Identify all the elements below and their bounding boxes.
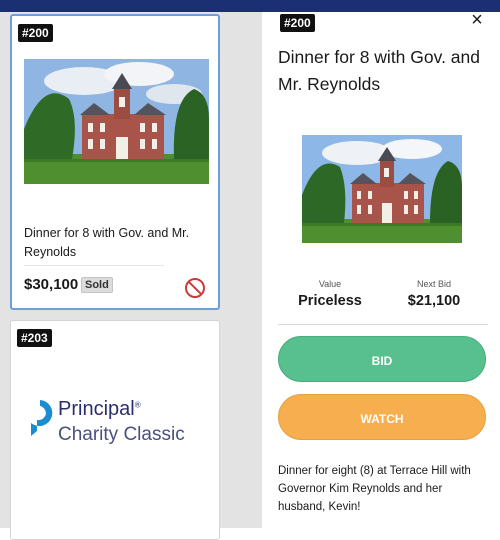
lot-number-badge: #203 — [17, 329, 52, 347]
sold-badge: Sold — [81, 277, 113, 293]
value-amount: Priceless — [298, 293, 362, 309]
charity-classic-text: Charity Classic — [58, 424, 185, 445]
lot-number-badge: #200 — [18, 24, 53, 42]
principal-charity-classic-logo: Principal® Charity Classic — [25, 396, 215, 456]
close-button[interactable]: × — [466, 9, 488, 31]
next-bid-amount: $21,100 — [407, 293, 461, 309]
item-title[interactable]: Dinner for 8 with Gov. and Mr. Reynolds — [24, 224, 204, 262]
value-label: Value — [318, 279, 342, 289]
divider — [278, 324, 488, 325]
item-price: $30,100 — [24, 276, 79, 293]
top-bar — [0, 0, 500, 12]
item-thumbnail — [24, 59, 209, 184]
item-card-200[interactable]: #200 Dinner for 8 with Gov. and Mr. Reyn… — [10, 14, 220, 310]
bid-button[interactable]: BID — [278, 336, 486, 382]
principal-p-icon — [31, 400, 53, 436]
item-description: Dinner for eight (8) at Terrace Hill wit… — [278, 465, 471, 513]
item-card-203[interactable]: #203 Principal® Charity Classic — [10, 320, 220, 540]
detail-lot-number-badge: #200 — [280, 14, 315, 32]
prohibited-icon — [185, 278, 205, 298]
item-photo — [302, 135, 462, 243]
watch-button[interactable]: WATCH — [278, 394, 486, 440]
divider — [24, 265, 164, 266]
principal-wordmark: Principal® — [58, 398, 141, 420]
detail-title: Dinner for 8 with Gov. and Mr. Reynolds — [278, 47, 480, 94]
next-bid-label: Next Bid — [416, 279, 451, 289]
